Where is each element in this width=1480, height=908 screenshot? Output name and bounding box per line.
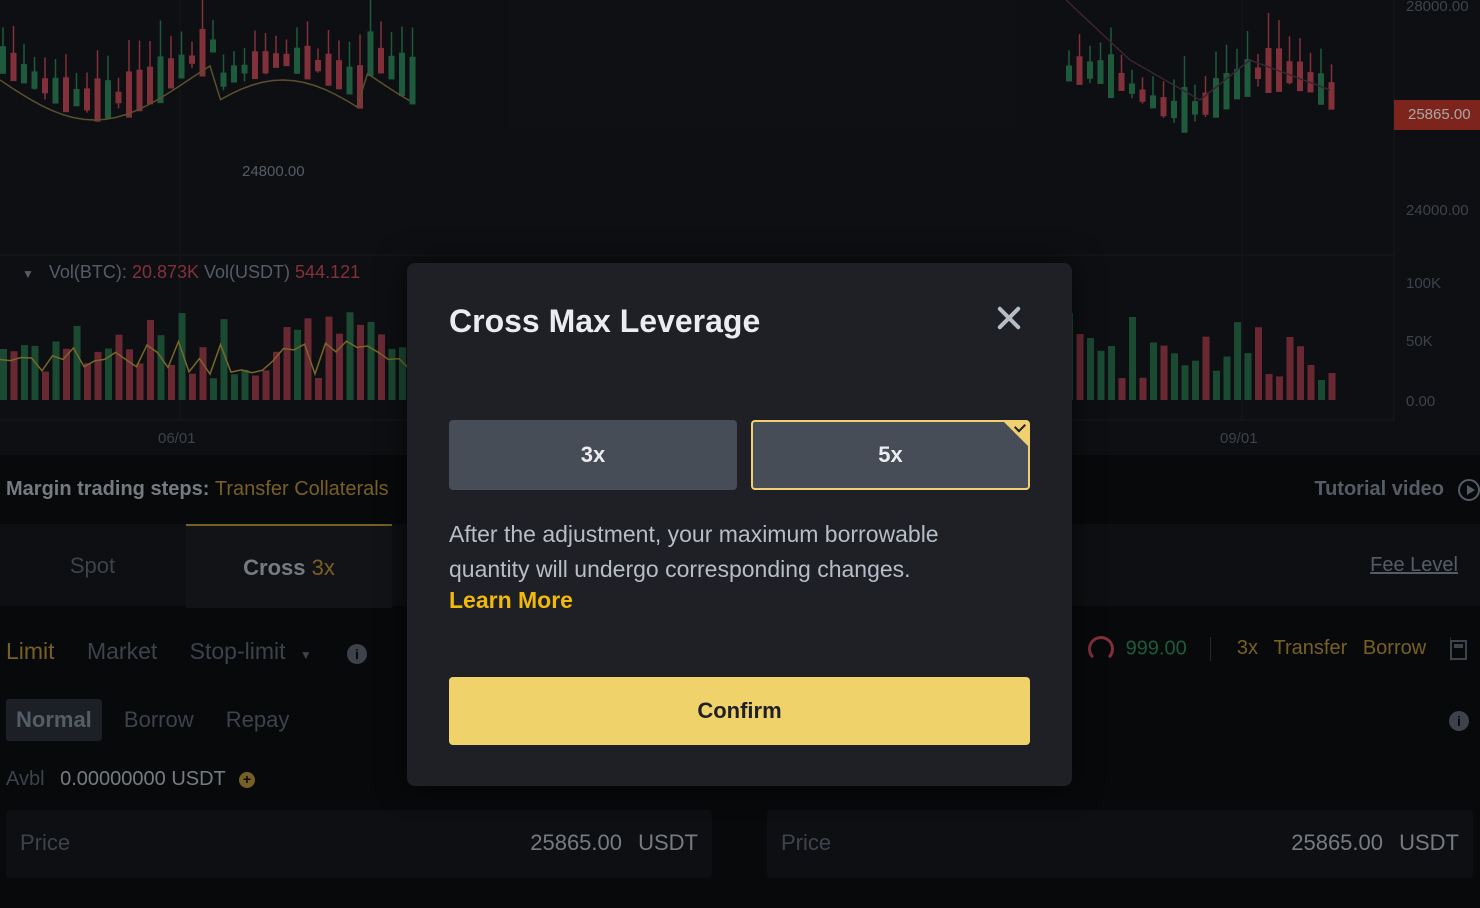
close-icon[interactable] — [994, 303, 1024, 333]
confirm-button[interactable]: Confirm — [449, 677, 1030, 745]
learn-more-link[interactable]: Learn More — [449, 587, 573, 614]
leverage-option-label: 5x — [878, 442, 903, 467]
leverage-option-3x[interactable]: 3x — [449, 420, 737, 490]
modal-title: Cross Max Leverage — [449, 303, 761, 339]
leverage-modal: Cross Max Leverage 3x 5x After the adjus… — [407, 263, 1072, 786]
modal-description: After the adjustment, your maximum borro… — [449, 521, 939, 582]
leverage-option-5x[interactable]: 5x — [751, 420, 1030, 490]
